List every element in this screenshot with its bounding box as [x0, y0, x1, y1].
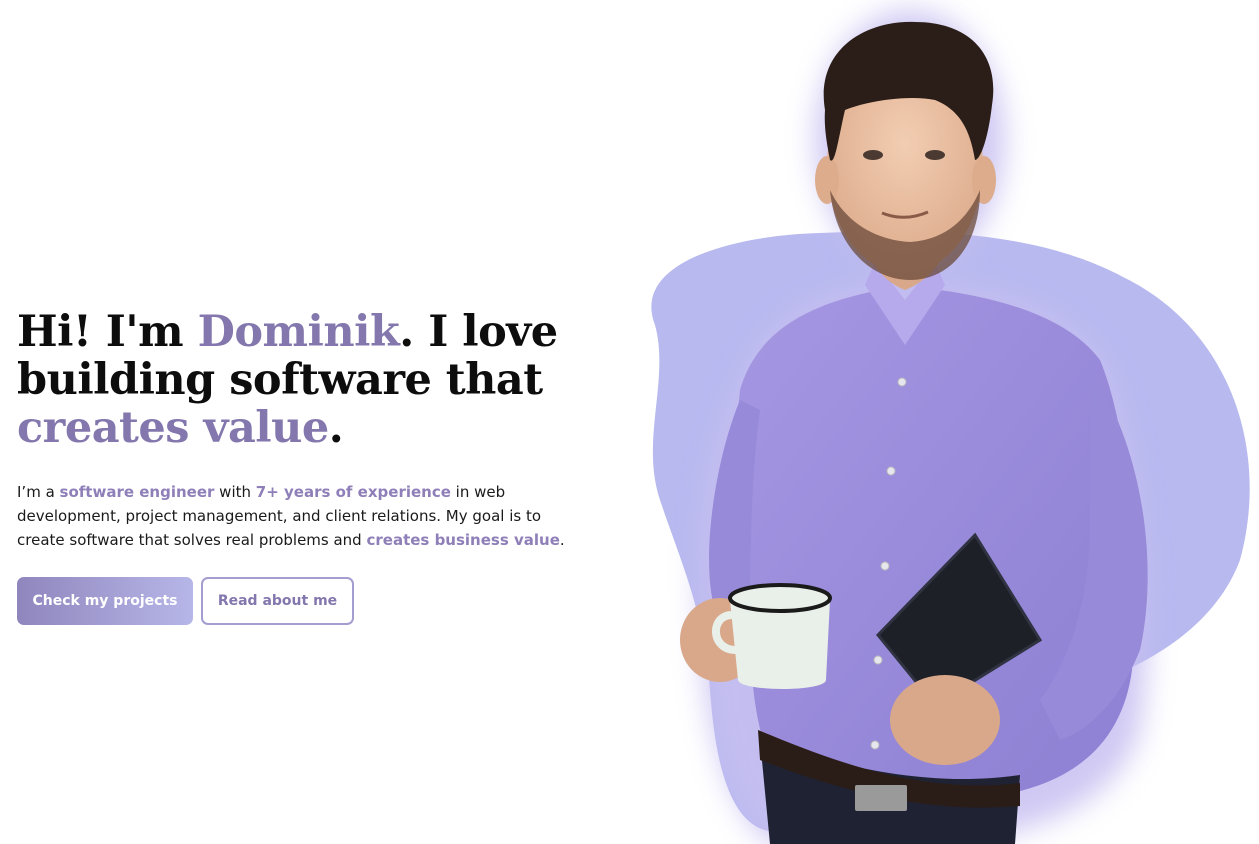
hero-buttons: Check my projects Read about me [17, 577, 597, 625]
intro-text-2: with [214, 483, 256, 501]
hero-section: Hi! I'm Dominik. I love building softwar… [17, 308, 597, 625]
intro-highlight-experience: 7+ years of experience [255, 483, 451, 501]
ear-left [815, 156, 839, 204]
read-about-button[interactable]: Read about me [201, 577, 354, 625]
headline-highlight: creates value [17, 403, 329, 453]
eye-left [863, 150, 883, 160]
intro-highlight-value: creates business value [366, 531, 560, 549]
belt-buckle [855, 785, 907, 811]
intro-text-4: . [559, 531, 565, 549]
intro-highlight-role: software engineer [59, 483, 215, 501]
portrait-illustration [651, 10, 1250, 844]
headline-name: Dominik [197, 307, 400, 357]
ear-right [972, 156, 996, 204]
check-projects-button[interactable]: Check my projects [17, 577, 193, 625]
headline-text-3: . [328, 403, 344, 453]
hero-headline: Hi! I'm Dominik. I love building softwar… [17, 308, 597, 452]
intro-text-1: I’m a [17, 483, 60, 501]
hero-intro: I’m a software engineer with 7+ years of… [17, 480, 577, 552]
hand-right [890, 675, 1000, 765]
eye-right [925, 150, 945, 160]
headline-text-1: Hi! I'm [17, 307, 198, 357]
